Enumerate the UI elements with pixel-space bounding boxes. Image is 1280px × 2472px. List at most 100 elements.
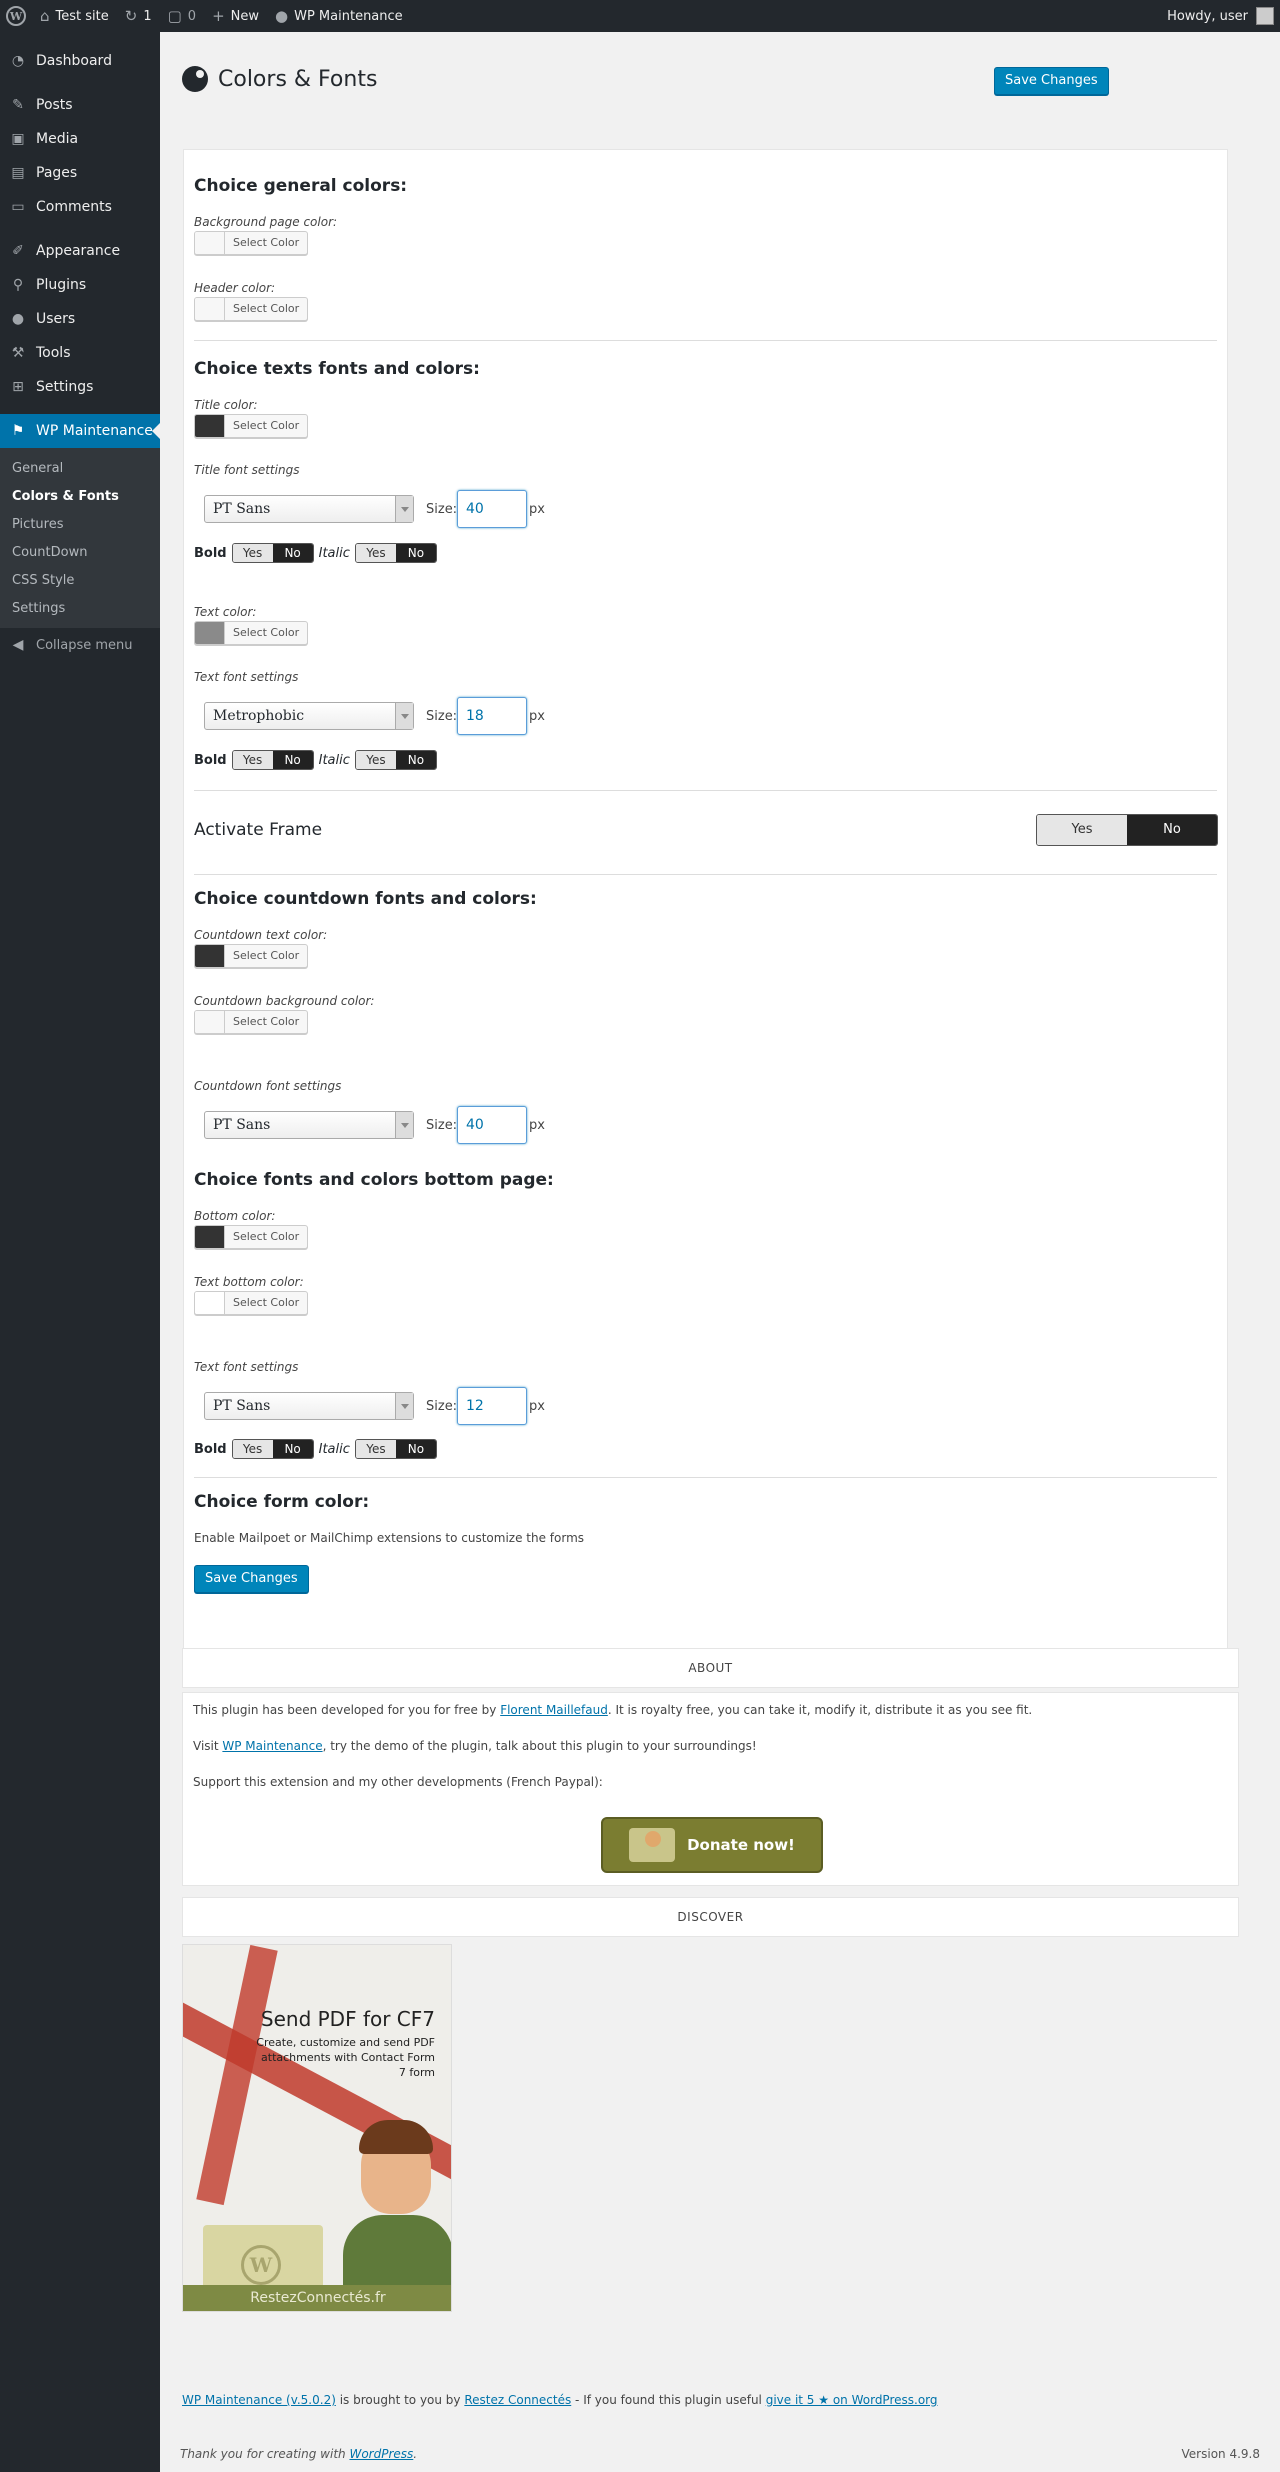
text-italic-toggle[interactable]: Yes No <box>354 750 437 770</box>
countdown-text-label: Countdown text color: <box>194 928 328 942</box>
bottom-italic-toggle[interactable]: Yes No <box>354 1439 437 1459</box>
send-pdf-banner[interactable]: Send PDF for CF7 Create, customize and s… <box>182 1944 452 2312</box>
bottom-size-input[interactable]: 12 <box>457 1387 527 1425</box>
submenu-colors-fonts[interactable]: Colors & Fonts <box>0 482 160 510</box>
rate-plugin-link[interactable]: give it 5 ★ on WordPress.org <box>766 2393 938 2407</box>
toggle-no[interactable]: No <box>272 751 313 769</box>
pages-icon: ▤ <box>11 165 25 181</box>
plugin-link[interactable]: ● WP Maintenance <box>267 0 411 32</box>
color-swatch <box>195 232 225 254</box>
text-bottom-color-picker[interactable]: Select Color <box>194 1291 309 1315</box>
sidebar-item-wp-maintenance[interactable]: ⚑ WP Maintenance <box>0 414 160 448</box>
author-link[interactable]: Florent Maillefaud <box>500 1703 608 1717</box>
text-font-select[interactable]: Metrophobic <box>204 702 414 730</box>
activate-frame-toggle[interactable]: Yes No <box>1036 814 1218 846</box>
color-swatch <box>195 298 225 320</box>
submenu-general[interactable]: General <box>0 454 160 482</box>
toggle-no[interactable]: No <box>395 544 436 562</box>
media-icon: ▣ <box>11 131 25 147</box>
wp-footer-thanks: Thank you for creating with WordPress. <box>180 2447 417 2461</box>
toggle-no[interactable]: No <box>272 1440 313 1458</box>
plugin-version-link[interactable]: WP Maintenance (v.5.0.2) <box>182 2393 336 2407</box>
updates-link[interactable]: ↻ 1 <box>117 0 160 32</box>
wordpress-logo-icon[interactable]: W <box>6 6 26 26</box>
bottom-color-picker[interactable]: Select Color <box>194 1225 309 1249</box>
toggle-yes[interactable]: Yes <box>232 751 273 769</box>
text-font-label: Text font settings <box>194 670 299 684</box>
toggle-yes[interactable]: Yes <box>355 1440 396 1458</box>
size-label: Size: <box>426 709 458 724</box>
comments-link[interactable]: ▢ 0 <box>160 0 204 32</box>
bottom-bold-toggle[interactable]: Yes No <box>231 1439 314 1459</box>
sidebar-submenu: General Colors & Fonts Pictures CountDow… <box>0 448 160 628</box>
select-color-label: Select Color <box>233 949 300 962</box>
sidebar-item-tools[interactable]: ⚒ Tools <box>0 336 160 370</box>
wrench-icon: ⚒ <box>11 345 25 361</box>
sidebar-item-appearance[interactable]: ✐ Appearance <box>0 234 160 268</box>
title-font-select[interactable]: PT Sans <box>204 495 414 523</box>
discover-heading: DISCOVER <box>182 1897 1239 1937</box>
site-name-link[interactable]: ⌂ Test site <box>32 0 117 32</box>
general-colors-title: Choice general colors: <box>194 176 408 196</box>
author-site-link[interactable]: Restez Connectés <box>464 2393 571 2407</box>
toggle-no[interactable]: No <box>395 1440 436 1458</box>
save-changes-top-button[interactable]: Save Changes <box>994 67 1109 95</box>
wp-version: Version 4.9.8 <box>1181 2447 1260 2461</box>
divider <box>194 1477 1217 1478</box>
donate-button[interactable]: Donate now! <box>601 1817 823 1873</box>
wordpress-logo-icon: W <box>241 2245 281 2285</box>
countdown-font-label: Countdown font settings <box>194 1079 342 1093</box>
current-arrow <box>152 423 160 439</box>
countdown-bg-color-picker[interactable]: Select Color <box>194 1010 309 1034</box>
avatar[interactable] <box>1256 7 1274 25</box>
bottom-font-select[interactable]: PT Sans <box>204 1392 414 1420</box>
toggle-yes[interactable]: Yes <box>355 544 396 562</box>
sidebar-item-users[interactable]: ● Users <box>0 302 160 336</box>
sidebar-item-media[interactable]: ▣ Media <box>0 122 160 156</box>
sidebar-item-settings[interactable]: ⊞ Settings <box>0 370 160 404</box>
new-content-link[interactable]: + New <box>204 0 267 32</box>
countdown-size-input[interactable]: 40 <box>457 1106 527 1144</box>
sidebar-item-dashboard[interactable]: ◔ Dashboard <box>0 44 160 78</box>
toggle-yes[interactable]: Yes <box>1037 815 1127 845</box>
sidebar-item-pages[interactable]: ▤ Pages <box>0 156 160 190</box>
maintenance-icon: ⚑ <box>11 423 25 439</box>
sidebar-item-plugins[interactable]: ⚲ Plugins <box>0 268 160 302</box>
header-color-picker[interactable]: Select Color <box>194 297 309 321</box>
toggle-yes[interactable]: Yes <box>232 544 273 562</box>
divider <box>194 790 1217 791</box>
sidebar-item-comments[interactable]: ▭ Comments <box>0 190 160 224</box>
toggle-no[interactable]: No <box>1127 815 1217 845</box>
countdown-text-color-picker[interactable]: Select Color <box>194 944 309 968</box>
submenu-countdown[interactable]: CountDown <box>0 538 160 566</box>
toggle-no[interactable]: No <box>272 544 313 562</box>
my-account[interactable]: Howdy, user <box>1167 7 1280 25</box>
submenu-settings[interactable]: Settings <box>0 594 160 622</box>
donate-label: Donate now! <box>687 1836 795 1854</box>
save-changes-bottom-button[interactable]: Save Changes <box>194 1565 309 1593</box>
wordpress-link[interactable]: WordPress <box>349 2447 413 2461</box>
toggle-yes[interactable]: Yes <box>232 1440 273 1458</box>
chevron-down-icon <box>395 1112 413 1138</box>
title-color-label: Title color: <box>194 398 258 412</box>
submenu-pictures[interactable]: Pictures <box>0 510 160 538</box>
plugin-link[interactable]: WP Maintenance <box>222 1739 322 1753</box>
collapse-menu-button[interactable]: ◀ Collapse menu <box>0 628 160 662</box>
title-bold-toggle[interactable]: Yes No <box>231 543 314 563</box>
text-size-input[interactable]: 18 <box>457 697 527 735</box>
toggle-yes[interactable]: Yes <box>355 751 396 769</box>
text-bold-toggle[interactable]: Yes No <box>231 750 314 770</box>
px-unit: px <box>529 1118 545 1133</box>
text-color-picker[interactable]: Select Color <box>194 621 309 645</box>
submenu-css-style[interactable]: CSS Style <box>0 566 160 594</box>
sidebar-label: Pages <box>36 165 78 181</box>
title-italic-toggle[interactable]: Yes No <box>354 543 437 563</box>
sidebar-item-posts[interactable]: ✎ Posts <box>0 88 160 122</box>
bg-color-picker[interactable]: Select Color <box>194 231 309 255</box>
sidebar-label: Tools <box>36 345 71 361</box>
plug-icon: ⚲ <box>12 277 24 293</box>
title-size-input[interactable]: 40 <box>457 490 527 528</box>
countdown-font-select[interactable]: PT Sans <box>204 1111 414 1139</box>
toggle-no[interactable]: No <box>395 751 436 769</box>
title-color-picker[interactable]: Select Color <box>194 414 309 438</box>
